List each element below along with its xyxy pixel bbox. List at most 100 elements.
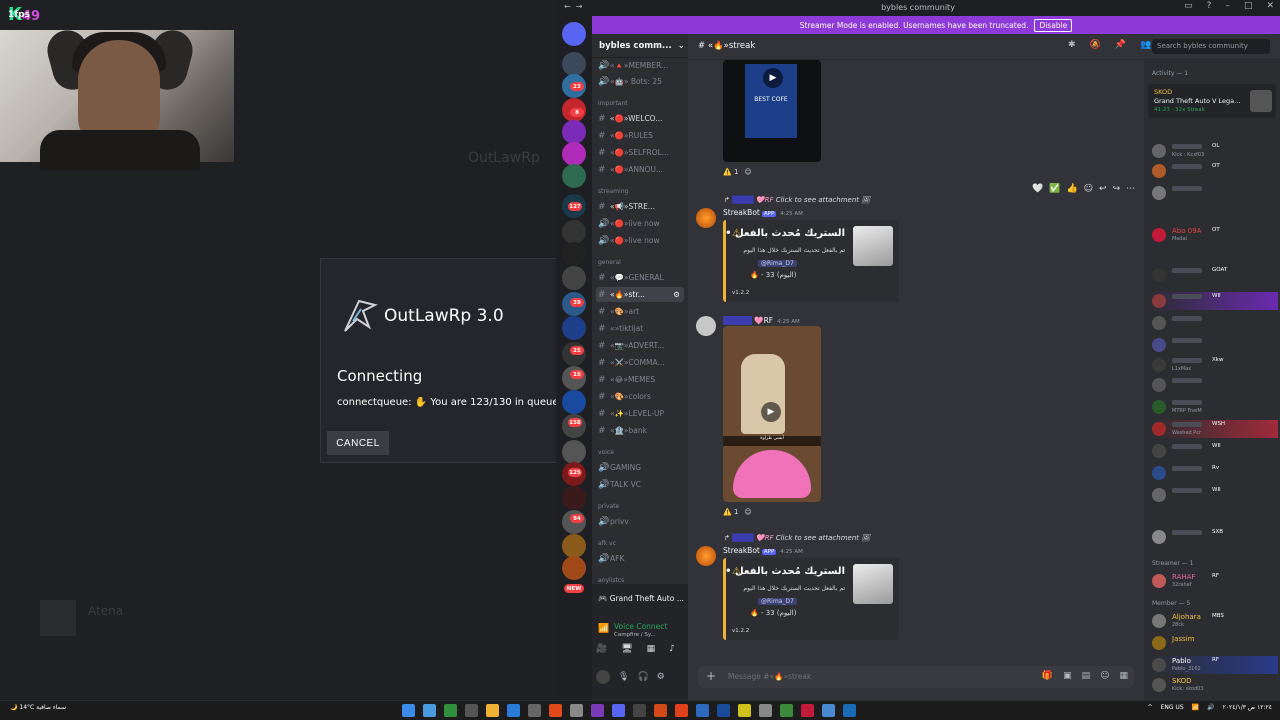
screen-share-icon[interactable]: 🖥 bbox=[621, 644, 632, 654]
channel-item[interactable]: # «📷»ADVERT... bbox=[596, 338, 684, 353]
server-icon[interactable] bbox=[562, 316, 586, 340]
user-mention[interactable]: @Rima_D7 bbox=[758, 260, 797, 267]
gear-icon[interactable]: ⚙ bbox=[673, 290, 680, 299]
headphones-icon[interactable]: 🎧 bbox=[637, 672, 648, 682]
embed-thumbnail[interactable] bbox=[853, 564, 893, 604]
category-streaming[interactable]: streaming bbox=[598, 188, 628, 195]
app-icon[interactable] bbox=[654, 704, 667, 717]
home-icon[interactable] bbox=[562, 22, 586, 46]
upload-plus-icon[interactable]: + bbox=[706, 669, 716, 683]
app-icon[interactable] bbox=[633, 704, 646, 717]
warning-reaction[interactable]: ⚠️ 1 bbox=[723, 508, 738, 516]
activity-card[interactable]: SKOD Grand Theft Auto V Lega... 41:23 · … bbox=[1148, 84, 1276, 118]
terminal-icon[interactable] bbox=[465, 704, 478, 717]
app-icon[interactable] bbox=[759, 704, 772, 717]
reply-reference[interactable]: ↱ ████ 🩷RF Click to see attachment 🖼 bbox=[724, 196, 870, 204]
emoji-icon[interactable]: ☺ bbox=[1100, 671, 1109, 681]
clock[interactable]: ١٢:٢٤ ص ٢٠٢٤/١/٣ bbox=[1223, 704, 1272, 711]
close-icon[interactable]: ✕ bbox=[1266, 1, 1274, 11]
reply-icon[interactable]: ↩ bbox=[1099, 184, 1107, 194]
member-item[interactable]: Xkw L1xMax bbox=[1150, 356, 1278, 374]
member-item[interactable]: WII bbox=[1150, 442, 1278, 460]
member-item[interactable]: SKOD Kick: skod03 bbox=[1150, 676, 1278, 694]
maximize-icon[interactable]: □ bbox=[1244, 1, 1253, 11]
heart-icon[interactable]: 🤍 bbox=[1032, 184, 1043, 194]
server-icon[interactable] bbox=[562, 142, 586, 166]
add-reaction-icon[interactable]: ☺ bbox=[1084, 184, 1093, 194]
channel-item[interactable]: 🔊 TALK VC bbox=[596, 477, 684, 492]
microphone-icon[interactable]: 🎙 bbox=[618, 672, 629, 682]
play-icon[interactable]: ▶ bbox=[763, 68, 783, 88]
member-item[interactable] bbox=[1150, 376, 1278, 394]
member-item[interactable] bbox=[1150, 336, 1278, 354]
avatar[interactable] bbox=[596, 670, 610, 684]
member-list-icon[interactable]: 👥 bbox=[1140, 40, 1151, 50]
server-icon[interactable] bbox=[562, 52, 586, 76]
channel-item[interactable]: 🔊 AFK bbox=[596, 551, 684, 566]
bot-avatar[interactable] bbox=[696, 208, 716, 228]
explorer-icon[interactable] bbox=[486, 704, 499, 717]
gift-icon[interactable]: 🎁 bbox=[1042, 671, 1053, 681]
disable-button[interactable]: Disable bbox=[1034, 18, 1073, 32]
activity-game[interactable]: 🎮 Grand Theft Auto ... bbox=[598, 594, 684, 603]
category-anylistcs[interactable]: anylistcs bbox=[598, 577, 624, 584]
server-icon[interactable] bbox=[562, 534, 586, 558]
app-icon[interactable] bbox=[738, 704, 751, 717]
add-reaction-icon[interactable]: ☺ bbox=[744, 168, 751, 176]
chevron-up-icon[interactable]: ^ bbox=[1148, 704, 1153, 711]
member-item[interactable]: OT bbox=[1150, 162, 1278, 180]
member-item[interactable]: GOAT bbox=[1150, 266, 1278, 284]
message-input[interactable]: Message #«🔥»streak bbox=[728, 672, 811, 681]
soundboard-icon[interactable]: ♪ bbox=[669, 644, 675, 654]
server-icon[interactable] bbox=[562, 556, 586, 580]
channel-item[interactable]: # «🔴»ANNOU... bbox=[596, 162, 684, 177]
steam-icon[interactable] bbox=[843, 704, 856, 717]
member-item[interactable]: SXB bbox=[1150, 528, 1278, 546]
bot-avatar[interactable] bbox=[696, 546, 716, 566]
thumbs-up-icon[interactable]: 👍 bbox=[1066, 184, 1077, 194]
member-item[interactable]: MTRP FiveM bbox=[1150, 398, 1278, 416]
server-icon[interactable] bbox=[562, 120, 586, 144]
camera-icon[interactable]: 🎥 bbox=[596, 644, 607, 654]
category-voice[interactable]: voice bbox=[598, 449, 614, 456]
app-icon[interactable] bbox=[717, 704, 730, 717]
server-icon[interactable] bbox=[562, 390, 586, 414]
minimize-icon[interactable]: – bbox=[1225, 1, 1230, 11]
member-item[interactable]: WII bbox=[1150, 486, 1278, 504]
excel-icon[interactable] bbox=[444, 704, 457, 717]
warning-reaction[interactable]: ⚠️ 1 bbox=[723, 168, 738, 176]
app-icon[interactable] bbox=[591, 704, 604, 717]
channel-item[interactable]: # «🔴»RULES bbox=[596, 128, 684, 143]
voice-status[interactable]: Voice Connect bbox=[614, 622, 667, 631]
guild-header[interactable]: bybles comm... ⌄ 👤 bbox=[592, 34, 688, 58]
app-icon[interactable] bbox=[801, 704, 814, 717]
lang-indicator[interactable]: ENG US bbox=[1161, 704, 1184, 711]
add-reaction-icon[interactable]: ☺ bbox=[744, 508, 751, 516]
category-private[interactable]: private bbox=[598, 503, 619, 510]
channel-item[interactable]: # «✨»LEVEL-UP bbox=[596, 406, 684, 421]
edge-icon[interactable] bbox=[507, 704, 520, 717]
cancel-button[interactable]: CANCEL bbox=[327, 431, 389, 455]
member-item[interactable]: Pablo RF Pablo_3162 bbox=[1150, 656, 1278, 674]
help-icon[interactable]: ? bbox=[1207, 1, 1212, 11]
member-item[interactable]: WII bbox=[1150, 292, 1278, 310]
search-input[interactable]: Search bybles community bbox=[1152, 39, 1270, 54]
user-avatar[interactable] bbox=[696, 316, 716, 336]
member-item[interactable]: RAHAF RF 32rahaf bbox=[1150, 572, 1278, 590]
apps-icon[interactable]: ▦ bbox=[1119, 671, 1128, 681]
play-icon[interactable]: ▶ bbox=[761, 402, 781, 422]
channel-item[interactable]: # «🔴»WELCO... bbox=[596, 111, 684, 126]
activities-icon[interactable]: ▦ bbox=[647, 644, 656, 654]
server-icon[interactable] bbox=[562, 164, 586, 188]
message-composer[interactable]: + Message #«🔥»streak 🎁 ▣ ▤ ☺ ▦ bbox=[698, 666, 1134, 688]
channel-item[interactable]: 🔊 privv bbox=[596, 514, 684, 529]
message-author[interactable]: StreakBot APP 4:25 AM bbox=[723, 546, 803, 555]
more-icon[interactable]: ⋯ bbox=[1126, 184, 1135, 194]
channel-item[interactable]: # «🔴»SELFROL... bbox=[596, 145, 684, 160]
notifications-icon[interactable]: 🔕 bbox=[1090, 40, 1101, 50]
channel-item-active[interactable]: # «🔥»str... ⚙ bbox=[596, 287, 684, 302]
calculator-icon[interactable] bbox=[528, 704, 541, 717]
gif-icon[interactable]: ▣ bbox=[1063, 671, 1072, 681]
channel-item[interactable]: # «⚔️»COMMA... bbox=[596, 355, 684, 370]
brave-icon[interactable] bbox=[675, 704, 688, 717]
